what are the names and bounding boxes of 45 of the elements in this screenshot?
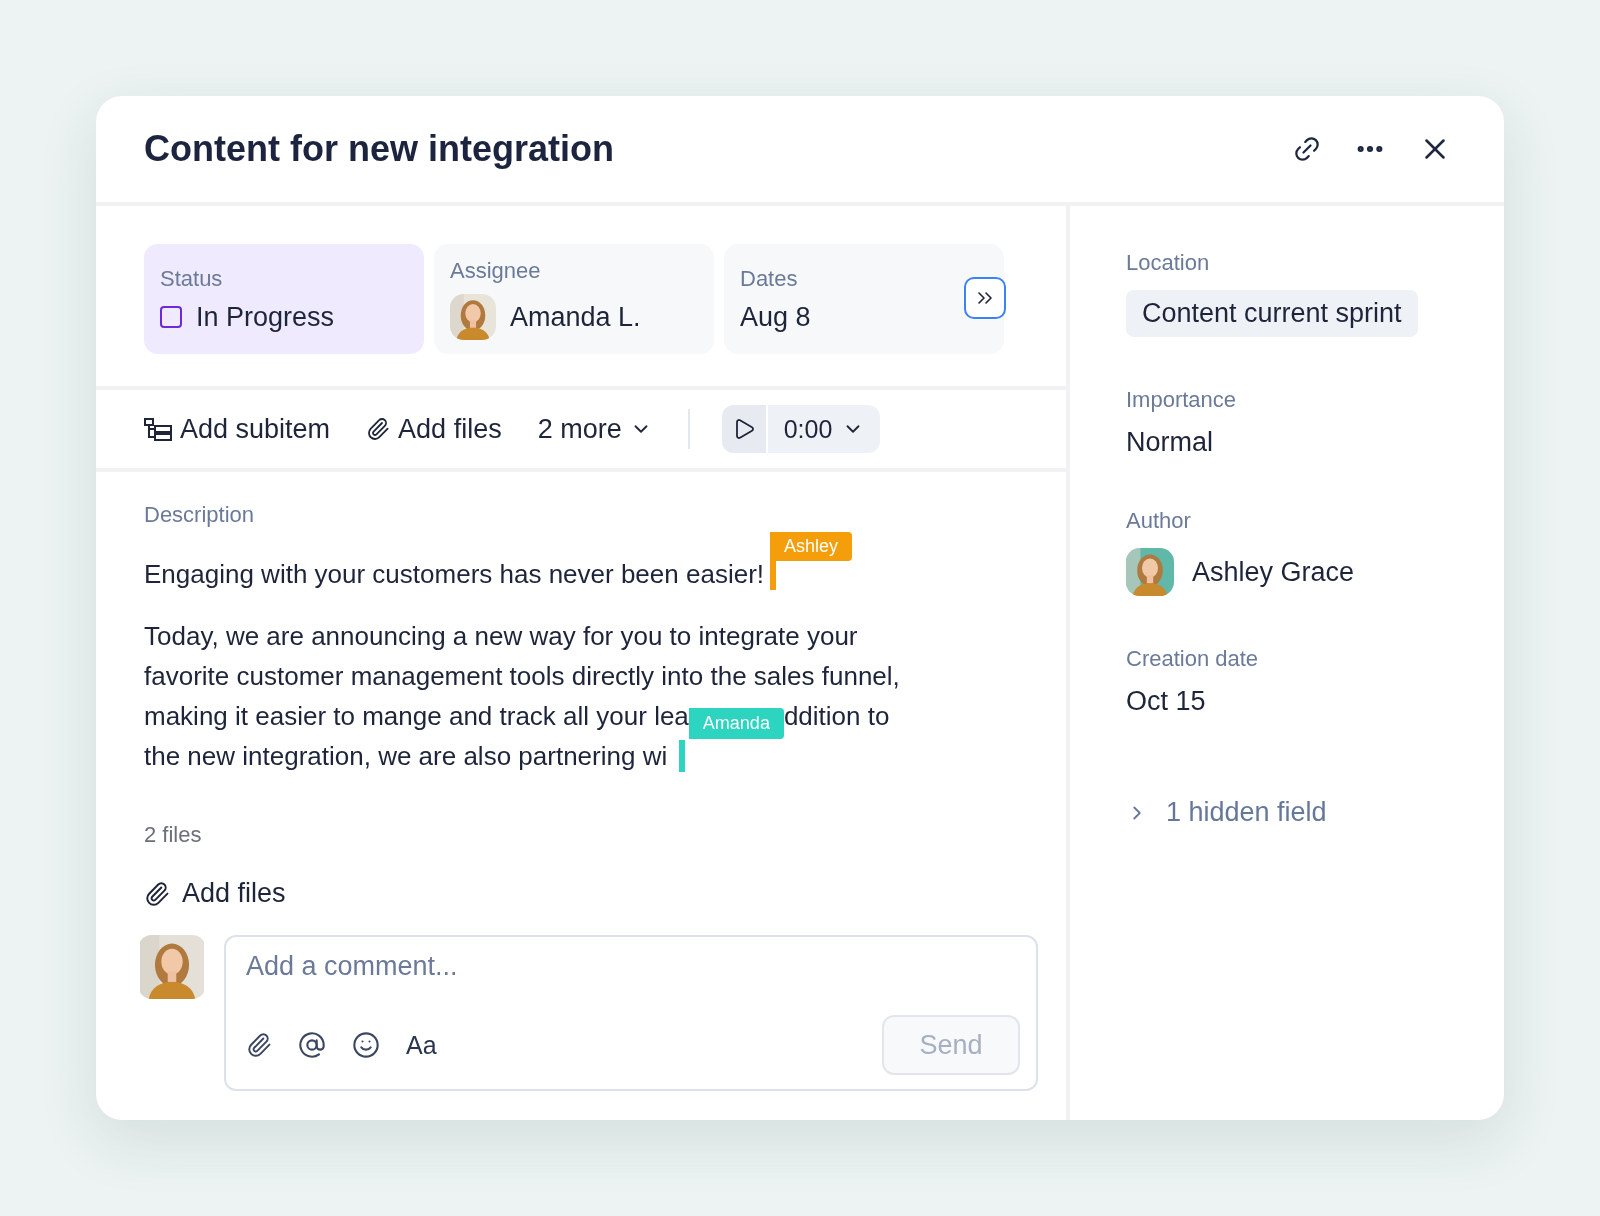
- description-label: Description: [144, 502, 256, 528]
- field-label: Assignee: [450, 258, 542, 284]
- description-text: Today, we are announcing a new way for you to integrate your: [144, 620, 858, 652]
- description-text: making it easier to mange and track all your lea: [144, 700, 689, 732]
- field-label: Dates: [740, 265, 799, 292]
- play-button[interactable]: [721, 405, 768, 453]
- cursor-label: Amanda: [688, 707, 784, 739]
- field-value: Ashley Grace: [1192, 556, 1355, 588]
- paperclip-icon: [144, 880, 170, 907]
- field-value: Amanda L.: [510, 301, 641, 333]
- status-icon: [160, 306, 182, 328]
- expand-button[interactable]: [964, 277, 1006, 319]
- files-count: 2 files: [144, 822, 203, 848]
- field-value: In Progress: [196, 301, 335, 333]
- field-label: Author: [1126, 508, 1191, 534]
- description-text: favorite customer management tools directly into the sales funnel,: [144, 660, 900, 692]
- field-value: Normal: [1126, 427, 1213, 458]
- at-sign-icon[interactable]: [298, 1031, 326, 1059]
- field-label: Importance: [1126, 387, 1237, 413]
- description-text: ddition to: [783, 700, 890, 732]
- hidden-fields-toggle[interactable]: 1 hidden field: [1126, 797, 1327, 828]
- subitem-icon: [144, 417, 172, 441]
- field-card[interactable]: Dates Aug 8: [724, 244, 1004, 354]
- paperclip-icon[interactable]: [246, 1032, 272, 1058]
- description-text: Engaging with your customers has never been easier!: [144, 558, 764, 590]
- paperclip-icon: [366, 417, 391, 441]
- field-value: Aug 8: [740, 301, 811, 333]
- time-dropdown[interactable]: 0:00: [767, 405, 881, 453]
- field-label: Creation date: [1126, 646, 1259, 672]
- format-button[interactable]: Aa: [406, 1030, 437, 1060]
- location-tag[interactable]: Content current sprint: [1126, 290, 1418, 337]
- add-files-button[interactable]: Add files: [144, 878, 286, 909]
- field-card[interactable]: Assignee Amanda L.: [434, 244, 714, 354]
- field-card[interactable]: Status In Progress: [144, 244, 424, 354]
- toolbar-button[interactable]: 2 more: [537, 413, 652, 445]
- toolbar-button[interactable]: Add subitem: [144, 413, 331, 445]
- field-label: Status: [160, 265, 224, 292]
- cursor-label: Ashley: [770, 532, 853, 561]
- smile-icon[interactable]: [352, 1031, 380, 1059]
- field-value: Oct 15: [1126, 686, 1206, 717]
- dialog-title: Content for new integration: [144, 128, 614, 170]
- link-icon[interactable]: [1292, 134, 1322, 164]
- toolbar-button[interactable]: Add files: [366, 413, 502, 445]
- field-label: Location: [1126, 250, 1210, 276]
- description-text: the new integration, we are also partnering wi: [144, 740, 668, 772]
